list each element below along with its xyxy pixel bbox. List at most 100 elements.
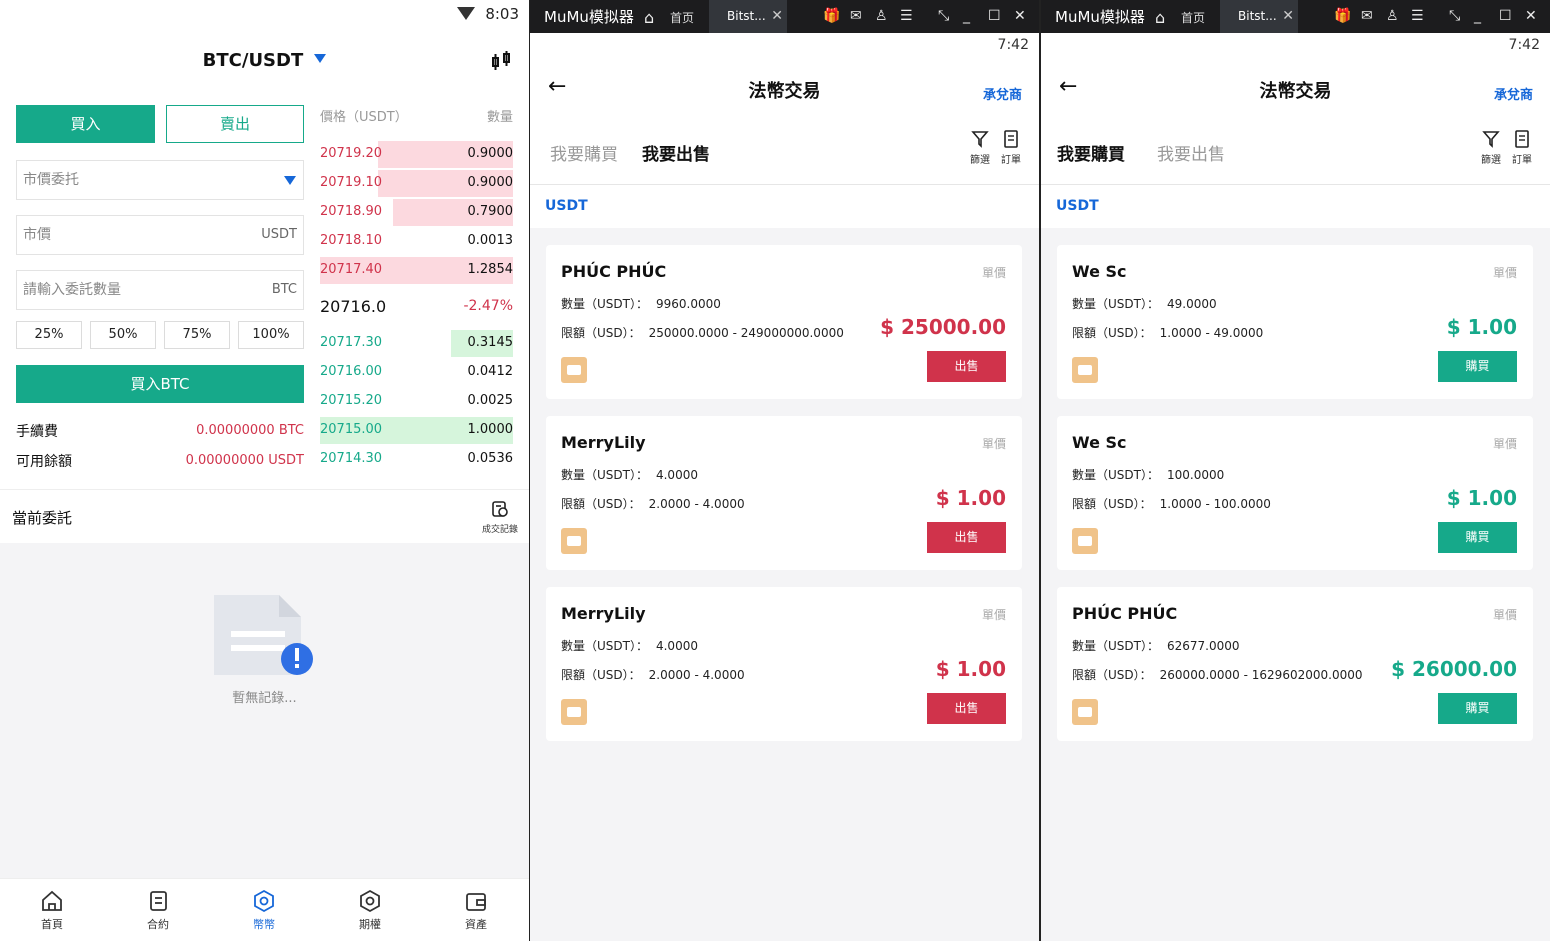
merchant-link[interactable]: 承兌商 (983, 84, 1022, 103)
home-icon[interactable]: ⌂ (644, 8, 654, 27)
orderbook-row[interactable]: 20718.10 0.0013 (320, 227, 513, 255)
orders-button[interactable]: 訂單 (998, 130, 1024, 166)
offer-card: PHÚC PHÚC 單價 數量（USDT）： 9960.0000 限額（USD）： 250… (546, 245, 1022, 399)
sell-tab[interactable]: 賣出 (166, 105, 304, 143)
merchant-name: PHÚC PHÚC (561, 262, 667, 281)
resize-icon[interactable]: ⤡ (938, 8, 949, 24)
close-icon[interactable]: ✕ (1282, 0, 1294, 33)
emulator-home-tab[interactable]: 首页 (670, 9, 694, 26)
close-icon[interactable]: ✕ (771, 0, 783, 33)
trade-action-button[interactable]: 購買 (1438, 693, 1517, 724)
menu-icon[interactable]: ☰ (1411, 8, 1424, 24)
currency-selector[interactable]: USDT (530, 184, 1039, 228)
orderbook-row[interactable]: 20715.00 1.0000 (320, 416, 513, 444)
trade-action-button[interactable]: 購買 (1438, 351, 1517, 382)
orderbook-price: 20718.90 (320, 204, 383, 219)
orderbook-row[interactable]: 20717.30 0.3145 (320, 329, 513, 357)
mail-icon[interactable]: ✉ (1361, 8, 1373, 24)
home-icon (42, 890, 62, 911)
pct-25-button[interactable]: 25% (16, 321, 82, 349)
pct-100-button[interactable]: 100% (238, 321, 304, 349)
tab-sell[interactable]: 我要出售 (642, 140, 710, 165)
trade-action-button[interactable]: 出售 (927, 351, 1006, 382)
minimize-icon[interactable]: _ (1474, 8, 1481, 24)
nav-assets[interactable]: 資產 (446, 889, 506, 932)
tab-sell[interactable]: 我要出售 (1157, 140, 1225, 165)
nav-options[interactable]: 期權 (340, 889, 400, 932)
merchant-name: We Sc (1072, 262, 1127, 281)
orders-label: 訂單 (1512, 155, 1532, 166)
trade-records-button[interactable]: 成交記錄 (482, 500, 518, 535)
buy-tab[interactable]: 買入 (16, 105, 155, 143)
resize-icon[interactable]: ⤡ (1449, 8, 1460, 24)
nav-contract[interactable]: 合約 (128, 889, 188, 932)
emulator-app-tab[interactable]: Bitst... ✕ (709, 0, 787, 33)
maximize-icon[interactable]: ☐ (988, 8, 1001, 24)
orderbook-row[interactable]: 20714.30 0.0536 (320, 445, 513, 473)
limit-value: 1.0000 - 49.0000 (1159, 326, 1264, 340)
candlestick-icon[interactable] (490, 50, 512, 76)
menu-icon[interactable]: ☰ (900, 8, 913, 24)
offer-card: We Sc 單價 數量（USDT）： 100.0000 限額（USD）： 1.0000 -… (1057, 416, 1533, 570)
merchant-link[interactable]: 承兌商 (1494, 84, 1533, 103)
quantity-input[interactable]: 請輸入委託數量 BTC (16, 270, 304, 310)
trade-action-button[interactable]: 出售 (927, 522, 1006, 553)
orderbook-row[interactable]: 20719.10 0.9000 (320, 169, 513, 197)
filter-button[interactable]: 篩選 (967, 130, 993, 166)
orderbook-row[interactable]: 20716.00 0.0412 (320, 358, 513, 386)
order-type-select[interactable]: 市價委托 (16, 160, 304, 200)
emulator-home-tab[interactable]: 首页 (1181, 9, 1205, 26)
nav-home[interactable]: 首頁 (22, 889, 82, 932)
limit-value: 260000.0000 - 1629602000.0000 (1159, 668, 1363, 682)
orderbook-row[interactable]: 20715.20 0.0025 (320, 387, 513, 415)
unit-price: $ 1.00 (1446, 315, 1517, 339)
order-type-label: 市價委托 (23, 172, 79, 188)
mail-icon[interactable]: ✉ (850, 8, 862, 24)
maximize-icon[interactable]: ☐ (1499, 8, 1512, 24)
minimize-icon[interactable]: _ (963, 8, 970, 24)
orderbook-price: 20717.30 (320, 335, 383, 350)
tab-buy[interactable]: 我要購買 (550, 140, 618, 165)
gift-icon[interactable]: 🎁 (1334, 8, 1351, 24)
limit-row: 限額（USD）： 1.0000 - 49.0000 (1072, 324, 1263, 341)
user-icon[interactable]: ♙ (1386, 8, 1399, 24)
filter-label: 篩選 (970, 155, 990, 166)
emulator-app-tab[interactable]: Bitst... ✕ (1220, 0, 1298, 33)
orderbook-qty: 0.7900 (467, 204, 514, 219)
orders-button[interactable]: 訂單 (1509, 130, 1535, 166)
unit-price: $ 1.00 (1446, 486, 1517, 510)
close-window-icon[interactable]: ✕ (1014, 8, 1026, 24)
tab-buy[interactable]: 我要購買 (1057, 140, 1125, 165)
pct-75-button[interactable]: 75% (164, 321, 230, 349)
close-window-icon[interactable]: ✕ (1525, 8, 1537, 24)
pct-50-button[interactable]: 50% (90, 321, 156, 349)
divider (0, 489, 529, 490)
trade-action-button[interactable]: 購買 (1438, 522, 1517, 553)
user-icon[interactable]: ♙ (875, 8, 888, 24)
gift-icon[interactable]: 🎁 (823, 8, 840, 24)
nav-spot[interactable]: 幣幣 (234, 889, 294, 932)
payment-method-icon (561, 528, 587, 554)
orderbook-price: 20715.20 (320, 393, 383, 408)
filter-button[interactable]: 篩選 (1478, 130, 1504, 166)
orderbook-row[interactable]: 20718.90 0.7900 (320, 198, 513, 226)
orderbook-qty: 1.0000 (467, 422, 514, 437)
unit-price: $ 1.00 (935, 657, 1006, 681)
unit-price-label: 單價 (1492, 608, 1517, 622)
currency-selector[interactable]: USDT (1041, 184, 1550, 228)
limit-row: 限額（USD）： 2.0000 - 4.0000 (561, 495, 745, 512)
buy-btc-button[interactable]: 買入BTC (16, 365, 304, 403)
page-header: ← 法幣交易 承兌商 (530, 60, 1039, 122)
trade-action-button[interactable]: 出售 (927, 693, 1006, 724)
price-field[interactable]: 市價 USDT (16, 215, 304, 255)
orderbook-row[interactable]: 20717.40 1.2854 (320, 256, 513, 284)
payment-method-icon (1072, 357, 1098, 383)
pair-selector[interactable]: BTC/USDT (0, 50, 529, 71)
orderbook-row[interactable]: 20719.20 0.9000 (320, 140, 513, 168)
bottom-nav: 首頁 合約 幣幣 期權 資產 (0, 878, 529, 941)
chevron-down-icon (284, 176, 296, 185)
limit-label: 限額（USD）： (1072, 326, 1152, 340)
orderbook-qty: 0.3145 (467, 335, 514, 350)
spot-trading-screen: 8:03 BTC/USDT 買入 賣出 市價委托 市價 USDT 請輸入委託數量… (0, 0, 529, 941)
home-icon[interactable]: ⌂ (1155, 8, 1165, 27)
